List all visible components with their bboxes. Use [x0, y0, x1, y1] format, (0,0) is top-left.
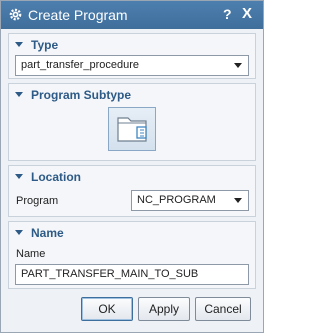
- location-section: Location Program NC_PROGRAM: [8, 165, 256, 217]
- collapse-arrow-icon: [15, 174, 23, 179]
- title-bar[interactable]: Create Program ? X: [1, 1, 263, 29]
- name-input[interactable]: PART_TRANSFER_MAIN_TO_SUB: [15, 264, 249, 285]
- program-subtype-header[interactable]: Program Subtype: [15, 88, 131, 102]
- program-subtype-section: Program Subtype: [8, 83, 256, 161]
- program-folder-icon: [117, 117, 147, 142]
- type-section: Type part_transfer_procedure: [8, 33, 256, 79]
- type-section-header[interactable]: Type: [15, 38, 58, 52]
- apply-button[interactable]: Apply: [138, 297, 190, 321]
- program-subtype-button[interactable]: [108, 107, 156, 151]
- program-dropdown[interactable]: NC_PROGRAM: [131, 190, 249, 211]
- collapse-arrow-icon: [15, 92, 23, 97]
- location-header[interactable]: Location: [15, 170, 81, 184]
- type-dropdown-value: part_transfer_procedure: [21, 59, 140, 71]
- name-input-value: PART_TRANSFER_MAIN_TO_SUB: [21, 268, 199, 280]
- name-section: Name Name PART_TRANSFER_MAIN_TO_SUB: [8, 221, 256, 289]
- location-header-label: Location: [31, 170, 81, 184]
- name-header-label: Name: [31, 226, 64, 240]
- ok-button[interactable]: OK: [81, 297, 133, 321]
- type-dropdown[interactable]: part_transfer_procedure: [15, 55, 249, 76]
- dialog-title: Create Program: [28, 7, 128, 23]
- name-label: Name: [16, 248, 46, 260]
- program-subtype-header-label: Program Subtype: [31, 88, 132, 102]
- name-header[interactable]: Name: [15, 226, 64, 240]
- cancel-button[interactable]: Cancel: [195, 297, 251, 321]
- help-icon[interactable]: ?: [223, 6, 232, 22]
- program-label: Program: [16, 195, 59, 207]
- chevron-down-icon: [234, 63, 242, 68]
- collapse-arrow-icon: [15, 42, 23, 47]
- create-program-dialog: Create Program ? X Type part_transfer_pr…: [0, 0, 264, 333]
- program-dropdown-value: NC_PROGRAM: [137, 194, 216, 206]
- gear-icon: [9, 8, 22, 21]
- type-header-label: Type: [31, 38, 59, 52]
- chevron-down-icon: [234, 198, 242, 203]
- collapse-arrow-icon: [15, 230, 23, 235]
- close-icon[interactable]: X: [242, 5, 252, 22]
